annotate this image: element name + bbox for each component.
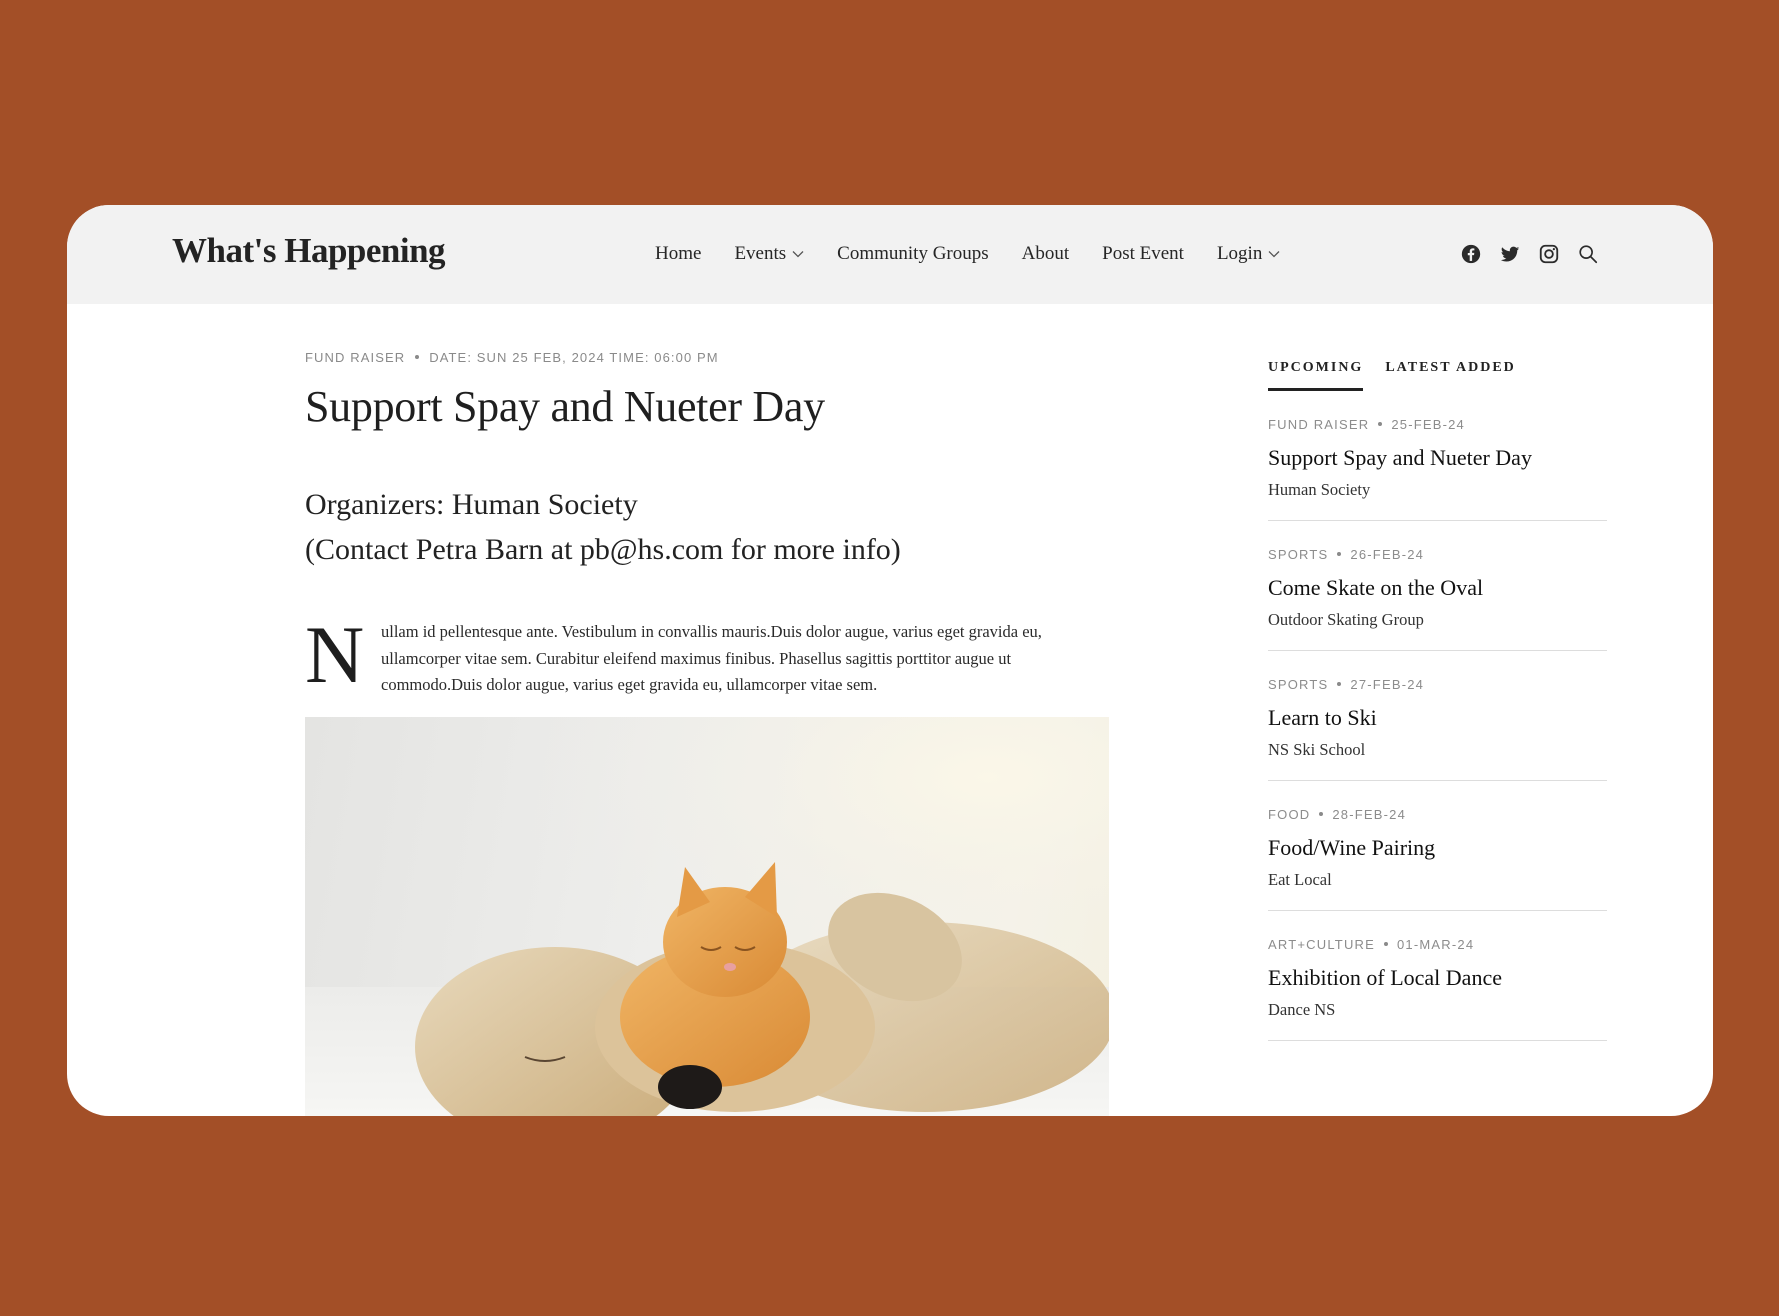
event-organizer: NS Ski School — [1268, 740, 1366, 759]
instagram-icon[interactable] — [1538, 243, 1560, 265]
tab-latest-added[interactable]: LATEST ADDED — [1385, 360, 1515, 391]
organizers-line: Organizers: Human Society — [305, 488, 638, 521]
nav-label: Events — [734, 243, 787, 264]
nav-item-post-event[interactable]: Post Event — [1102, 243, 1184, 265]
nav-item-community-groups[interactable]: Community Groups — [837, 243, 988, 265]
event-list-item[interactable]: SPORTS 26-FEB-24 Come Skate on the Oval O… — [1268, 521, 1607, 651]
event-organizer: Human Society — [1268, 480, 1371, 499]
event-date: 01-MAR-24 — [1397, 937, 1475, 952]
event-category: FUND RAISER — [1268, 417, 1370, 432]
drop-cap: N — [305, 609, 365, 700]
event-date: 25-FEB-24 — [1391, 417, 1465, 432]
nav-label: Post Event — [1102, 243, 1184, 264]
nav-label: Login — [1216, 243, 1263, 264]
event-organizer: Eat Local — [1268, 870, 1332, 889]
browser-window: What's Happening Home Events Community G… — [67, 205, 1713, 1116]
article-organizers: Organizers: Human Society (Contact Petra… — [305, 482, 1111, 572]
event-date: 28-FEB-24 — [1332, 807, 1407, 822]
event-list-item[interactable]: FUND RAISER 25-FEB-24 Support Spay and Nu… — [1268, 391, 1607, 521]
separator-dot — [1337, 551, 1342, 556]
separator-dot — [1378, 421, 1383, 426]
events-sidebar: UPCOMING LATEST ADDED FUND RAISER 25-FEB-… — [1268, 360, 1607, 1041]
nav-item-home[interactable]: Home — [655, 243, 701, 265]
event-category: SPORTS — [1268, 547, 1329, 562]
nav-label: About — [1021, 243, 1070, 264]
event-list-item[interactable]: ART+CULTURE 01-MAR-24 Exhibition of Local… — [1268, 911, 1607, 1041]
nav-label: Community Groups — [837, 243, 989, 264]
event-title[interactable]: Exhibition of Local Dance — [1268, 965, 1607, 991]
article-image — [305, 717, 1109, 1116]
event-date: 27-FEB-24 — [1350, 677, 1425, 692]
separator-dot — [1337, 681, 1342, 686]
twitter-icon[interactable] — [1499, 243, 1521, 265]
event-meta: ART+CULTURE 01-MAR-24 — [1268, 937, 1607, 952]
event-date: 26-FEB-24 — [1350, 547, 1425, 562]
event-category: ART+CULTURE — [1268, 937, 1375, 952]
separator-dot — [1384, 941, 1388, 946]
sidebar-tabs: UPCOMING LATEST ADDED — [1268, 360, 1607, 391]
main-nav: Home Events Community Groups About Post … — [655, 243, 1313, 265]
separator-dot — [415, 354, 420, 359]
event-title[interactable]: Support Spay and Nueter Day — [1268, 445, 1607, 471]
article-body: N ullam id pellentesque ante. Vestibulum… — [305, 609, 1111, 700]
tab-upcoming[interactable]: UPCOMING — [1268, 360, 1364, 391]
event-meta: FOOD 28-FEB-24 — [1268, 807, 1607, 822]
site-logo[interactable]: What's Happening — [172, 231, 446, 271]
event-title[interactable]: Come Skate on the Oval — [1268, 575, 1607, 601]
puppy-kitten-image — [305, 717, 1109, 1116]
event-list-item[interactable]: SPORTS 27-FEB-24 Learn to Ski NS Ski Scho… — [1268, 651, 1607, 781]
event-organizer: Dance NS — [1268, 1000, 1336, 1019]
event-category: SPORTS — [1268, 677, 1329, 692]
article-datetime: DATE: SUN 25 FEB, 2024 TIME: 06:00 PM — [429, 350, 719, 365]
article-body-text: ullam id pellentesque ante. Vestibulum i… — [381, 622, 1042, 694]
event-meta: FUND RAISER 25-FEB-24 — [1268, 417, 1607, 432]
article-category[interactable]: FUND RAISER — [305, 350, 405, 365]
facebook-icon[interactable] — [1460, 243, 1482, 265]
article-meta: FUND RAISER DATE: SUN 25 FEB, 2024 TIME: … — [305, 350, 1111, 365]
event-organizer: Outdoor Skating Group — [1268, 610, 1424, 629]
chevron-down-icon — [1268, 251, 1280, 258]
separator-dot — [1319, 811, 1324, 816]
event-meta: SPORTS 26-FEB-24 — [1268, 547, 1607, 562]
social-links — [1443, 243, 1599, 265]
event-list-item[interactable]: FOOD 28-FEB-24 Food/Wine Pairing Eat Loca… — [1268, 781, 1607, 911]
contact-line: (Contact Petra Barn at pb@hs.com for mor… — [305, 533, 901, 566]
article-title: Support Spay and Nueter Day — [305, 382, 825, 431]
nav-item-about[interactable]: About — [1022, 243, 1070, 265]
event-category: FOOD — [1268, 807, 1311, 822]
article: FUND RAISER DATE: SUN 25 FEB, 2024 TIME: … — [305, 350, 1111, 699]
event-title[interactable]: Learn to Ski — [1268, 705, 1607, 731]
event-title[interactable]: Food/Wine Pairing — [1268, 835, 1607, 861]
chevron-down-icon — [792, 251, 804, 258]
nav-item-login[interactable]: Login — [1217, 243, 1280, 265]
nav-item-events[interactable]: Events — [734, 243, 804, 265]
event-meta: SPORTS 27-FEB-24 — [1268, 677, 1607, 692]
nav-label: Home — [655, 243, 702, 264]
site-header: What's Happening Home Events Community G… — [67, 205, 1713, 304]
search-icon[interactable] — [1577, 243, 1599, 265]
